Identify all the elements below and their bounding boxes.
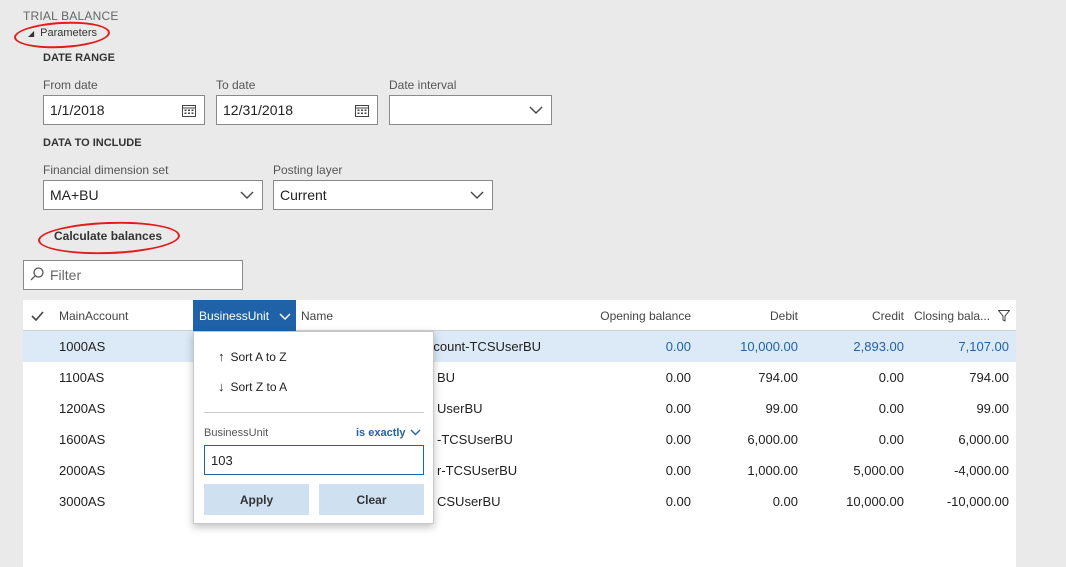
- arrow-down-icon: ↓: [218, 379, 225, 394]
- cell-opening-balance: 0.00: [665, 494, 691, 509]
- cell-closing-balance: 6,000.00: [958, 432, 1009, 447]
- table-row[interactable]: 1000AS count-TCSUserBU 0.00 10,000.00 2,…: [23, 331, 1016, 362]
- cell-debit: 10,000.00: [740, 339, 798, 354]
- calculate-balances-button[interactable]: Calculate balances: [54, 229, 162, 243]
- cell-opening-balance: 0.00: [665, 432, 691, 447]
- grid-header: MainAccount BusinessUnit Name Opening ba…: [23, 300, 1016, 331]
- chevron-down-icon: [232, 181, 262, 209]
- cell-debit: 99.00: [765, 401, 798, 416]
- parameters-panel: [0, 0, 1066, 300]
- cell-closing-balance: 99.00: [976, 401, 1009, 416]
- cell-closing-balance: 794.00: [969, 370, 1009, 385]
- left-margin: [0, 300, 23, 567]
- cell-mainaccount: 1200AS: [59, 401, 106, 416]
- cell-credit: 10,000.00: [846, 494, 904, 509]
- filter-funnel-icon[interactable]: [998, 300, 1012, 331]
- date-range-heading: DATE RANGE: [43, 52, 115, 64]
- table-row[interactable]: 2000AS r-TCSUserBU 0.00 1,000.00 5,000.0…: [23, 455, 1016, 486]
- posting-layer-label: Posting layer: [273, 163, 343, 177]
- sort-z-to-a-option[interactable]: ↓ Sort Z to A: [218, 379, 287, 394]
- cell-credit: 2,893.00: [853, 339, 904, 354]
- chevron-down-icon: [279, 309, 291, 323]
- cell-opening-balance: 0.00: [665, 370, 691, 385]
- arrow-up-icon: ↑: [218, 349, 225, 364]
- apply-button[interactable]: Apply: [204, 484, 309, 515]
- column-header-businessunit-label: BusinessUnit: [199, 308, 270, 323]
- chevron-down-icon: [410, 427, 421, 439]
- cell-debit: 1,000.00: [747, 463, 798, 478]
- cell-debit: 794.00: [758, 370, 798, 385]
- from-date-value: 1/1/2018: [50, 102, 105, 118]
- column-header-mainaccount[interactable]: MainAccount: [59, 300, 189, 331]
- column-header-credit[interactable]: Credit: [808, 300, 904, 331]
- cell-mainaccount: 2000AS: [59, 463, 106, 478]
- cell-credit: 0.00: [878, 432, 904, 447]
- column-header-closing-balance[interactable]: Closing bala...: [914, 300, 994, 331]
- search-icon: [30, 266, 44, 284]
- cell-mainaccount: 3000AS: [59, 494, 106, 509]
- column-header-opening-balance[interactable]: Opening balance: [543, 300, 691, 331]
- financial-dimension-set-label: Financial dimension set: [43, 163, 169, 177]
- filter-field-label: BusinessUnit: [204, 427, 269, 439]
- posting-layer-value: Current: [280, 187, 327, 203]
- cell-closing-balance: -4,000.00: [954, 463, 1009, 478]
- cell-credit: 0.00: [878, 370, 904, 385]
- cell-mainaccount: 1000AS: [59, 339, 106, 354]
- cell-debit: 0.00: [772, 494, 798, 509]
- cell-closing-balance: 7,107.00: [958, 339, 1009, 354]
- sort-a-to-z-option[interactable]: ↑ Sort A to Z: [218, 349, 287, 364]
- filter-placeholder: Filter: [50, 267, 82, 283]
- sort-z-to-a-label: Sort Z to A: [230, 379, 288, 394]
- table-row[interactable]: 3000AS CSUserBU 0.00 0.00 10,000.00 -10,…: [23, 486, 1016, 517]
- filter-operator-value: is exactly: [356, 427, 406, 439]
- cell-opening-balance: 0.00: [665, 339, 691, 354]
- data-to-include-heading: DATA TO INCLUDE: [43, 137, 142, 149]
- to-date-field[interactable]: 12/31/2018: [216, 95, 378, 125]
- filter-value-input[interactable]: 103: [204, 445, 424, 475]
- calendar-icon[interactable]: [347, 96, 377, 124]
- from-date-label: From date: [43, 78, 98, 92]
- cell-debit: 6,000.00: [747, 432, 798, 447]
- select-all-checkmark-icon[interactable]: [31, 300, 51, 331]
- cell-credit: 5,000.00: [853, 463, 904, 478]
- date-interval-label: Date interval: [389, 78, 457, 92]
- from-date-field[interactable]: 1/1/2018: [43, 95, 205, 125]
- popup-divider: [204, 412, 424, 413]
- to-date-label: To date: [216, 78, 256, 92]
- clear-button[interactable]: Clear: [319, 484, 424, 515]
- column-header-businessunit[interactable]: BusinessUnit: [193, 300, 296, 331]
- collapse-triangle-icon: ◢: [28, 28, 35, 38]
- column-filter-popup: ↑ Sort A to Z ↓ Sort Z to A BusinessUnit…: [193, 331, 434, 524]
- posting-layer-select[interactable]: Current: [273, 180, 493, 210]
- column-header-name[interactable]: Name: [301, 300, 501, 331]
- parameters-label: Parameters: [40, 27, 98, 39]
- to-date-value: 12/31/2018: [223, 102, 294, 118]
- cell-credit: 0.00: [878, 401, 904, 416]
- date-interval-select[interactable]: [389, 95, 552, 125]
- cell-opening-balance: 0.00: [665, 401, 691, 416]
- financial-dimension-set-select[interactable]: MA+BU: [43, 180, 263, 210]
- chevron-down-icon: [521, 96, 551, 124]
- sort-a-to-z-label: Sort A to Z: [230, 349, 287, 364]
- table-row[interactable]: 1200AS UserBU 0.00 99.00 0.00 99.00: [23, 393, 1016, 424]
- financial-dimension-set-value: MA+BU: [50, 187, 99, 203]
- parameters-toggle[interactable]: ◢ Parameters: [28, 27, 97, 39]
- right-margin: [1016, 300, 1066, 567]
- cell-mainaccount: 1600AS: [59, 432, 106, 447]
- chevron-down-icon: [462, 181, 492, 209]
- cell-closing-balance: -10,000.00: [946, 494, 1009, 509]
- column-header-debit[interactable]: Debit: [703, 300, 798, 331]
- calendar-icon[interactable]: [174, 96, 204, 124]
- filter-input[interactable]: Filter: [23, 260, 243, 290]
- table-row[interactable]: 1600AS -TCSUserBU 0.00 6,000.00 0.00 6,0…: [23, 424, 1016, 455]
- table-row[interactable]: 1100AS BU 0.00 794.00 0.00 794.00: [23, 362, 1016, 393]
- page-title: TRIAL BALANCE: [23, 9, 119, 23]
- cell-opening-balance: 0.00: [665, 463, 691, 478]
- cell-mainaccount: 1100AS: [59, 370, 105, 385]
- filter-operator-select[interactable]: is exactly: [356, 427, 421, 439]
